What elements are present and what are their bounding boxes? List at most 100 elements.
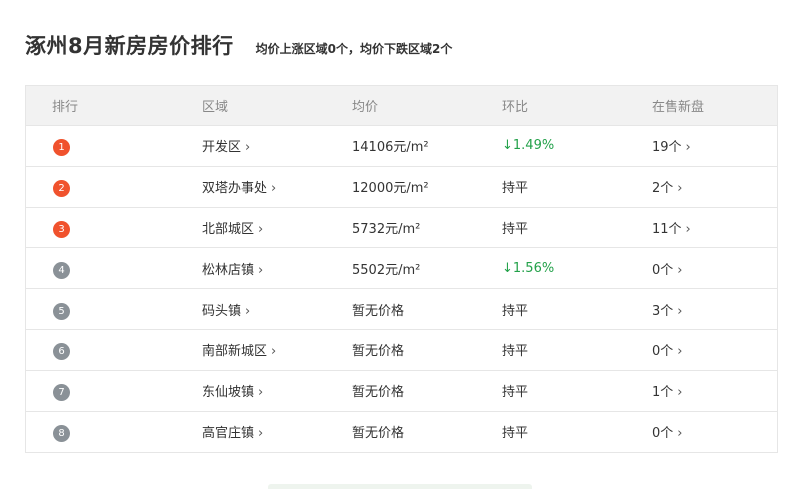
table-row: 5 码头镇 › 暂无价格 持平 3个 › — [26, 289, 777, 330]
listings-link[interactable]: 2个 › — [652, 177, 777, 196]
month-on-month-change: 持平 — [502, 385, 529, 401]
column-header-area: 区域 — [202, 100, 229, 115]
listings-link[interactable]: 11个 › — [652, 218, 777, 237]
chevron-right-icon: › — [271, 344, 277, 360]
page-header: 涿州8月新房房价排行 均价上涨区域0个，均价下跌区域2个 — [25, 30, 452, 64]
rank-cell: 6 — [26, 339, 202, 361]
chevron-right-icon: › — [677, 303, 683, 319]
area-link[interactable]: 双塔办事处 › — [202, 177, 352, 196]
table-row: 7 东仙坡镇 › 暂无价格 持平 1个 › — [26, 371, 777, 412]
table-header: 排行 区域 均价 环比 在售新盘 — [26, 86, 777, 126]
column-header-rank: 排行 — [52, 100, 79, 115]
rank-cell: 3 — [26, 217, 202, 238]
month-on-month-change: ↓1.49% — [502, 138, 555, 154]
month-on-month-change: 持平 — [502, 344, 529, 360]
table-row: 2 双塔办事处 › 12000元/m² 持平 2个 › — [26, 167, 777, 208]
rank-badge: 8 — [53, 425, 70, 443]
area-name: 高官庄镇 — [202, 426, 255, 442]
month-on-month-change: ↓1.56% — [502, 260, 555, 276]
area-name: 北部城区 — [202, 221, 255, 237]
column-header-listings: 在售新盘 — [652, 100, 705, 115]
ranking-table: 排行 区域 均价 环比 在售新盘 1 开发区 › 14106元/m² ↓1.49% 19个… — [25, 85, 778, 454]
area-name: 松林店镇 — [202, 262, 255, 278]
rank-badge: 2 — [53, 180, 70, 198]
average-price: 5502元/m² — [352, 262, 421, 278]
chevron-right-icon: › — [258, 426, 264, 442]
table-body: 1 开发区 › 14106元/m² ↓1.49% 19个 › 2 双塔办事处 › 12000元/m²… — [26, 126, 777, 452]
page-title: 涿州8月新房房价排行 — [25, 34, 234, 58]
rank-badge: 4 — [53, 261, 70, 279]
rank-badge: 3 — [53, 220, 70, 238]
listings-count: 19个 — [652, 140, 682, 156]
chevron-right-icon: › — [258, 385, 264, 401]
average-price: 暂无价格 — [352, 344, 405, 360]
area-link[interactable]: 开发区 › — [202, 136, 352, 155]
month-on-month-change: 持平 — [502, 181, 529, 197]
area-name: 东仙坡镇 — [202, 385, 255, 401]
area-name: 双塔办事处 — [202, 181, 268, 197]
listings-count: 11个 — [652, 221, 682, 237]
rank-cell: 4 — [26, 258, 202, 279]
rank-cell: 8 — [26, 421, 202, 443]
month-on-month-change: 持平 — [502, 303, 529, 319]
rank-cell: 2 — [26, 176, 202, 198]
table-row: 6 南部新城区 › 暂无价格 持平 0个 › — [26, 330, 777, 371]
chevron-right-icon: › — [271, 181, 277, 197]
table-row: 3 北部城区 › 5732元/m² 持平 11个 › — [26, 208, 777, 249]
column-header-price: 均价 — [352, 100, 379, 115]
chevron-right-icon: › — [685, 140, 691, 156]
average-price: 5732元/m² — [352, 221, 421, 237]
area-link[interactable]: 北部城区 › — [202, 218, 352, 237]
area-link[interactable]: 东仙坡镇 › — [202, 381, 352, 400]
price-change-summary: 均价上涨区域0个，均价下跌区域2个 — [255, 42, 453, 56]
listings-count: 3个 — [652, 303, 674, 319]
chevron-right-icon: › — [677, 262, 683, 278]
rank-badge: 7 — [53, 384, 70, 402]
average-price: 暂无价格 — [352, 385, 405, 401]
average-price: 暂无价格 — [352, 426, 405, 442]
chevron-right-icon: › — [245, 140, 251, 156]
listings-count: 0个 — [652, 426, 674, 442]
listings-link[interactable]: 3个 › — [652, 300, 777, 319]
column-header-trend: 环比 — [502, 100, 529, 115]
listings-count: 1个 — [652, 385, 674, 401]
chevron-right-icon: › — [245, 303, 251, 319]
average-price: 暂无价格 — [352, 303, 405, 319]
listings-link[interactable]: 0个 › — [652, 422, 777, 441]
table-row: 4 松林店镇 › 5502元/m² ↓1.56% 0个 › — [26, 248, 777, 290]
listings-link[interactable]: 19个 › — [652, 136, 777, 155]
bottom-banner-edge — [268, 484, 532, 489]
average-price: 12000元/m² — [352, 181, 429, 197]
average-price: 14106元/m² — [352, 140, 429, 156]
area-name: 码头镇 — [202, 303, 242, 319]
rank-cell: 7 — [26, 380, 202, 402]
area-link[interactable]: 码头镇 › — [202, 300, 352, 319]
table-row: 1 开发区 › 14106元/m² ↓1.49% 19个 › — [26, 126, 777, 167]
area-link[interactable]: 南部新城区 › — [202, 340, 352, 359]
listings-count: 0个 — [652, 262, 674, 278]
listings-count: 2个 — [652, 181, 674, 197]
chevron-right-icon: › — [677, 426, 683, 442]
rank-badge: 6 — [53, 343, 70, 361]
chevron-right-icon: › — [677, 344, 683, 360]
listings-link[interactable]: 0个 › — [652, 259, 777, 278]
area-link[interactable]: 高官庄镇 › — [202, 422, 352, 441]
table-row: 8 高官庄镇 › 暂无价格 持平 0个 › — [26, 412, 777, 453]
rank-badge: 1 — [53, 139, 70, 157]
rank-cell: 5 — [26, 299, 202, 320]
chevron-right-icon: › — [677, 181, 683, 197]
rank-cell: 1 — [26, 135, 202, 157]
listings-link[interactable]: 0个 › — [652, 340, 777, 359]
chevron-right-icon: › — [685, 221, 691, 237]
month-on-month-change: 持平 — [502, 426, 529, 442]
area-link[interactable]: 松林店镇 › — [202, 259, 352, 278]
rank-badge: 5 — [53, 302, 70, 320]
area-name: 南部新城区 — [202, 344, 268, 360]
chevron-right-icon: › — [677, 385, 683, 401]
listings-link[interactable]: 1个 › — [652, 381, 777, 400]
chevron-right-icon: › — [258, 221, 264, 237]
chevron-right-icon: › — [258, 262, 264, 278]
area-name: 开发区 — [202, 140, 242, 156]
listings-count: 0个 — [652, 344, 674, 360]
month-on-month-change: 持平 — [502, 221, 529, 237]
